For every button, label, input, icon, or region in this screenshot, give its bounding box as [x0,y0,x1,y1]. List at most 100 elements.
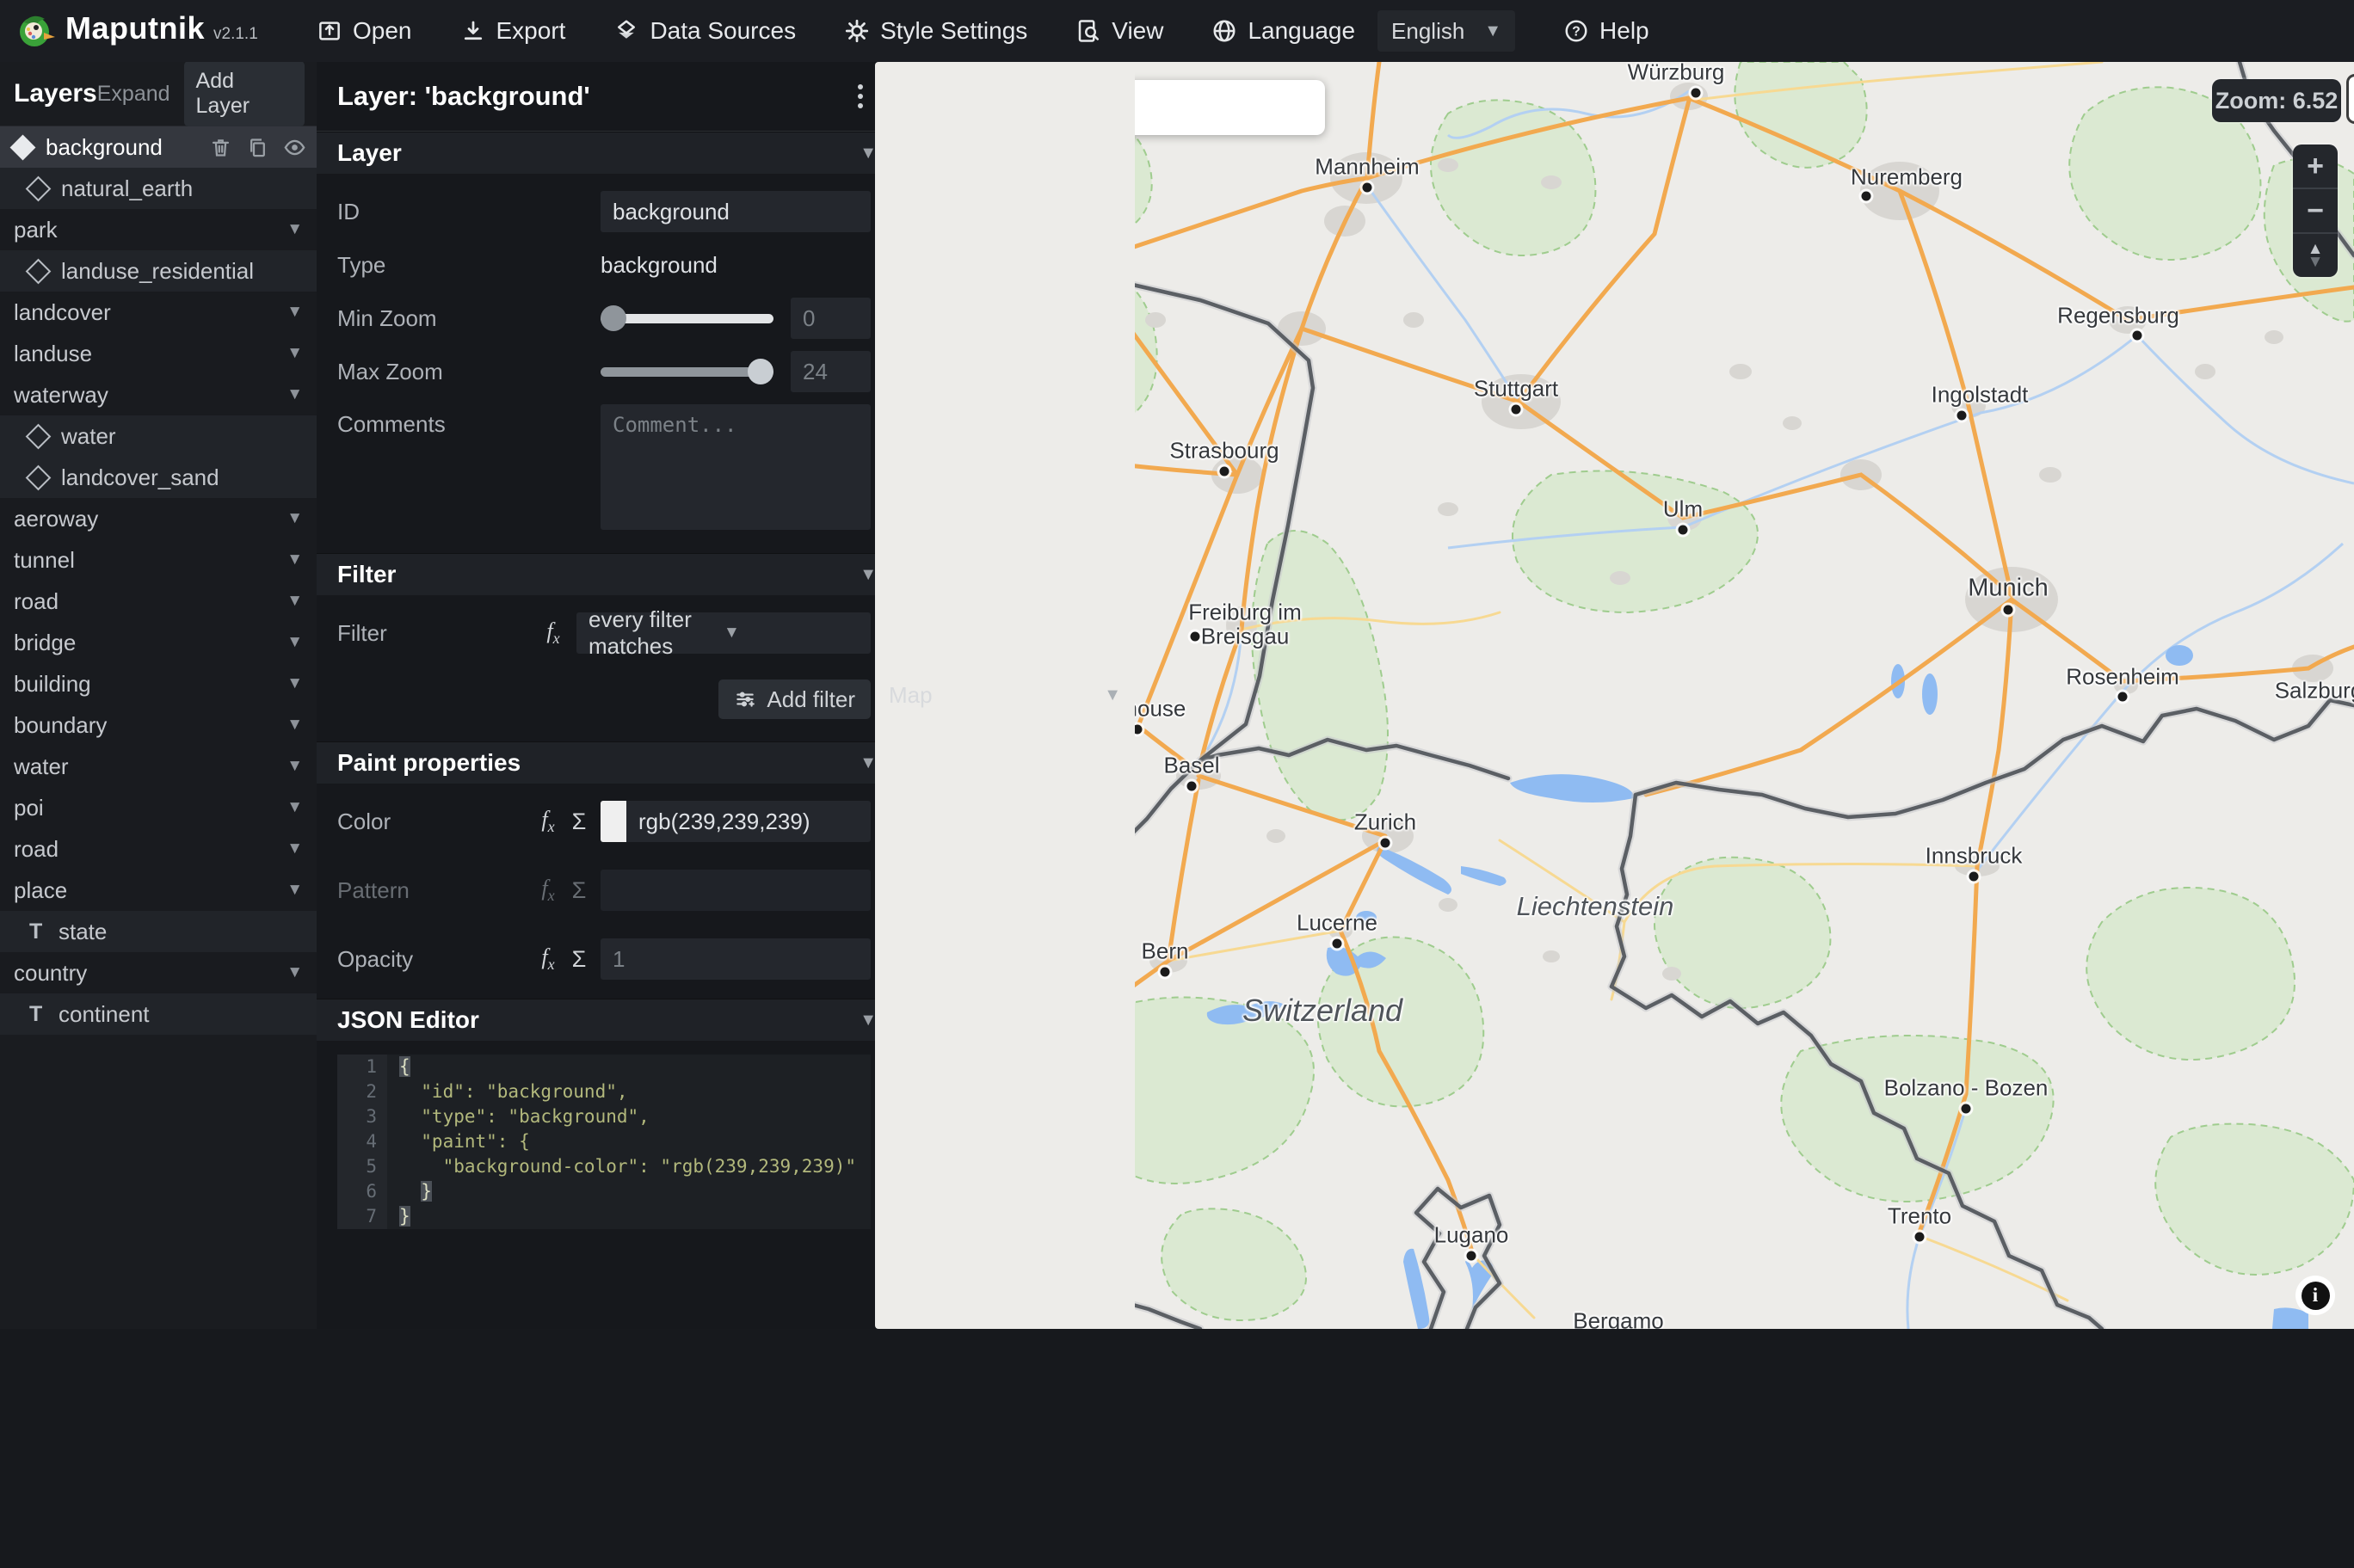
layer-list-item-aeroway[interactable]: aeroway ▼ [0,498,317,539]
layer-list-item-water[interactable]: water [0,415,317,457]
chevron-down-icon[interactable]: ▼ [287,963,303,982]
layer-list-item-continent[interactable]: Tcontinent [0,993,317,1035]
zoom-in-button[interactable]: + [2293,145,2338,189]
map-city-label: Lugano [1433,1221,1509,1248]
map-city-dot [1961,1104,1971,1114]
min-zoom-field[interactable] [791,298,871,339]
max-zoom-field[interactable] [791,351,871,392]
layer-list-item-poi[interactable]: poi ▼ [0,787,317,828]
map-country-label: Switzerland [1242,993,1403,1028]
layer-list-item-waterway[interactable]: waterway ▼ [0,374,317,415]
layer-type-diamond-icon [25,464,52,490]
app-version: v2.1.1 [213,25,258,43]
help-button[interactable]: ? Help [1563,17,1649,45]
json-code-editor[interactable]: 1{2 "id": "background", 3 "type": "backgr… [337,1055,871,1229]
chevron-down-icon[interactable]: ▼ [287,716,303,735]
chevron-down-icon[interactable]: ▼ [287,798,303,817]
layer-list-item-tunnel[interactable]: tunnel ▼ [0,539,317,581]
export-button[interactable]: Export [460,17,565,45]
section-json-header[interactable]: JSON Editor ▼ [317,999,897,1041]
color-field[interactable] [626,801,871,842]
chevron-down-icon: ▼ [1484,21,1502,40]
chevron-down-icon[interactable]: ▼ [287,344,303,363]
section-filter-body: Filter fx every filter matches ▼ Add fil… [317,595,897,741]
style-settings-button[interactable]: Style Settings [844,17,1027,45]
map-city-dot [2117,692,2128,702]
view-select[interactable]: Map ▼ [875,62,1135,1329]
layer-list-item-road[interactable]: road ▼ [0,581,317,622]
chevron-down-icon[interactable]: ▼ [287,757,303,776]
zoom-function-sigma-icon[interactable]: Σ [564,946,594,973]
layer-list-item-landuse[interactable]: landuse ▼ [0,333,317,374]
json-line: 5 "background-color": "rgb(239,239,239)" [337,1154,871,1179]
trash-icon[interactable] [209,136,232,159]
min-zoom-slider[interactable] [601,305,773,331]
layer-list-item-country[interactable]: country ▼ [0,952,317,993]
max-zoom-slider-handle[interactable] [748,359,773,384]
layer-list-item-background[interactable]: background [0,126,317,168]
chevron-down-icon[interactable]: ▼ [287,633,303,652]
max-zoom-slider[interactable] [601,359,773,384]
chevron-down-icon[interactable]: ▼ [287,385,303,404]
layer-list-item-bridge[interactable]: bridge ▼ [0,622,317,663]
layers-list: background natural_earth park ▼ landuse_resi… [0,126,317,1035]
layer-list-item-place[interactable]: place ▼ [0,870,317,911]
add-layer-button[interactable]: Add Layer [183,61,305,126]
layer-list-item-state[interactable]: Tstate [0,911,317,952]
min-zoom-slider-handle[interactable] [601,305,626,331]
function-fx-icon[interactable]: fx [532,807,564,836]
comments-field[interactable] [601,404,871,530]
layer-label: natural_earth [61,175,194,201]
layer-list-item-landcover[interactable]: landcover ▼ [0,292,317,333]
layer-label: water [14,753,69,779]
layer-list-item-natural_earth[interactable]: natural_earth [0,168,317,209]
filter-mode-select[interactable]: every filter matches ▼ [576,606,871,659]
data-sources-button[interactable]: Data Sources [613,17,796,45]
gear-icon [845,19,869,43]
zoom-out-button[interactable]: − [2293,189,2338,234]
duplicate-icon[interactable] [246,136,269,159]
language-label: Language [1248,17,1356,44]
compass-pitch-button[interactable]: ▲ ▼ [2293,234,2338,277]
map-zoom-controls: + − ▲ ▼ [2293,145,2338,277]
pattern-field[interactable] [601,870,871,911]
layer-editor-header: Layer: 'background' [317,62,897,132]
chevron-down-icon[interactable]: ▼ [287,303,303,322]
color-swatch[interactable] [601,801,626,842]
zoom-function-sigma-icon[interactable]: Σ [564,809,594,835]
expand-button[interactable]: Expand [97,82,170,107]
layer-options-kebab-icon[interactable] [849,81,872,112]
chevron-down-icon[interactable]: ▼ [287,509,303,528]
layer-list-item-park[interactable]: park ▼ [0,209,317,250]
map-city-dot [1466,1251,1476,1261]
function-fx-icon[interactable]: fx [532,944,564,974]
layer-list-item-landuse_residential[interactable]: landuse_residential [0,250,317,292]
opacity-field[interactable] [601,938,871,980]
layer-list-item-water[interactable]: water ▼ [0,746,317,787]
id-field[interactable] [601,191,871,232]
layer-list-item-landcover_sand[interactable]: landcover_sand [0,457,317,498]
function-fx-icon[interactable]: fx [537,618,570,648]
layer-list-item-road[interactable]: road ▼ [0,828,317,870]
chevron-down-icon[interactable]: ▼ [287,550,303,569]
language-select[interactable]: English ▼ [1377,10,1516,52]
info-icon: i [2301,1281,2330,1310]
chevron-down-icon[interactable]: ▼ [287,839,303,858]
attribution-info-button[interactable]: i [2295,1276,2335,1315]
open-button[interactable]: Open [317,17,412,45]
visibility-eye-icon[interactable] [283,136,306,159]
layer-list-item-boundary[interactable]: boundary ▼ [0,704,317,746]
map-city-label: Regensburg [2057,302,2179,329]
map-control-partial [2346,74,2354,124]
add-filter-button[interactable]: Add filter [718,679,871,719]
section-layer-header[interactable]: Layer ▼ [317,132,897,174]
section-filter-header[interactable]: Filter ▼ [317,553,897,595]
chevron-down-icon[interactable]: ▼ [287,592,303,611]
chevron-down-icon[interactable]: ▼ [287,220,303,239]
chevron-down-icon[interactable]: ▼ [287,881,303,900]
map-city-label: Innsbruck [1925,842,2023,869]
section-paint-header[interactable]: Paint properties ▼ [317,741,897,784]
layer-list-item-building[interactable]: building ▼ [0,663,317,704]
chevron-down-icon[interactable]: ▼ [287,674,303,693]
open-icon [319,22,340,40]
